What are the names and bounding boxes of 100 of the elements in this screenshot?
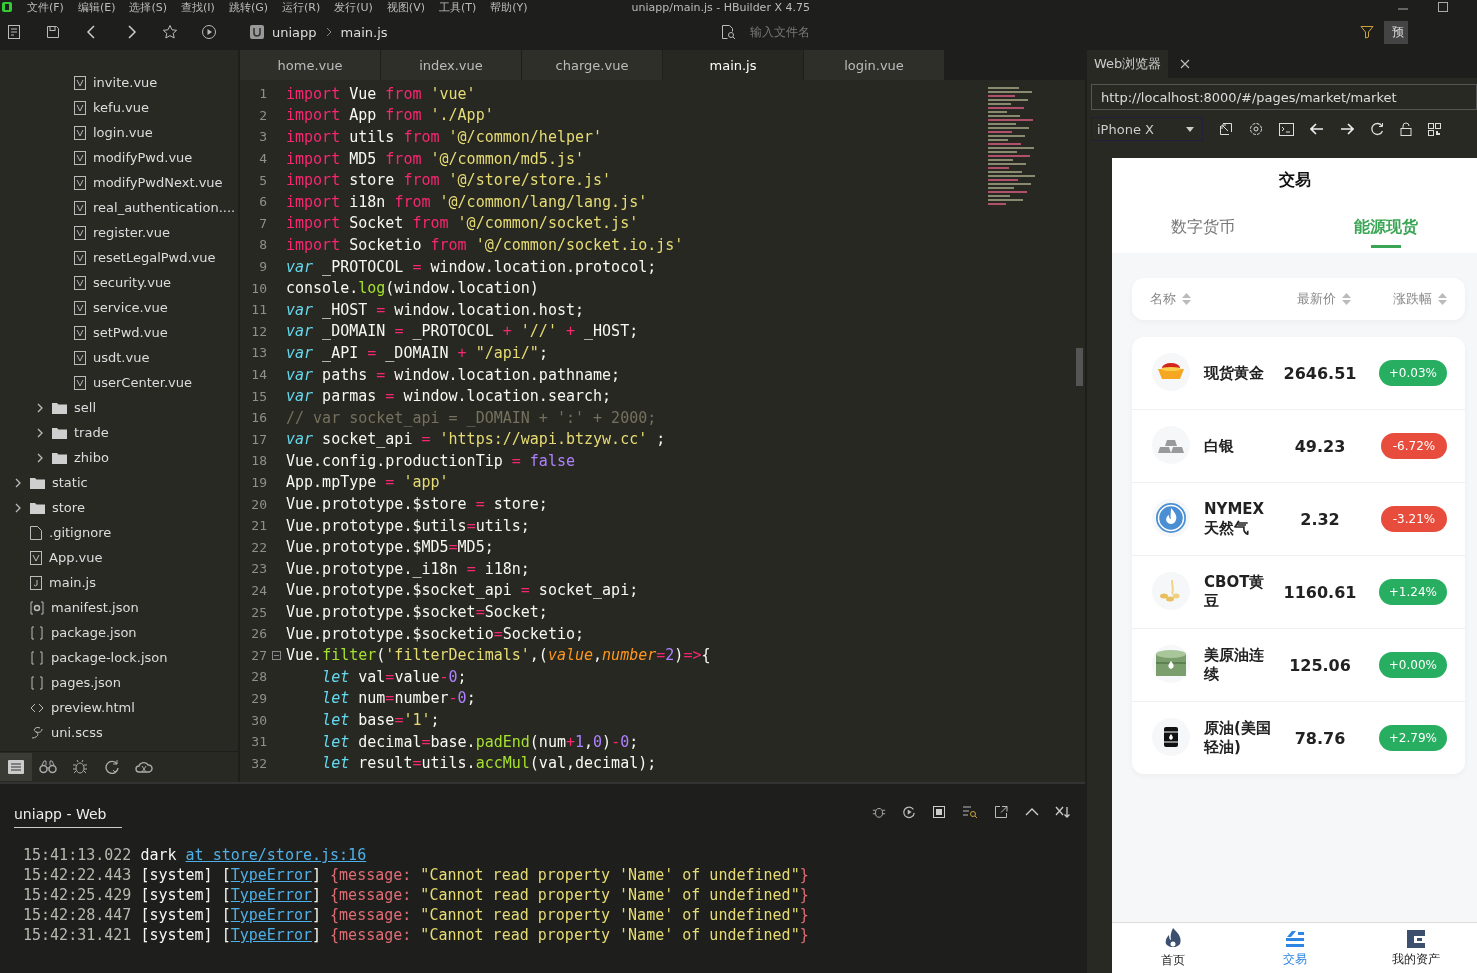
menu-item[interactable]: 查找(I) — [181, 0, 215, 15]
tree-item[interactable]: register.vue — [93, 225, 170, 240]
source-link[interactable]: TypeError — [230, 926, 312, 944]
tree-item[interactable]: security.vue — [93, 275, 172, 290]
scrollbar-thumb[interactable] — [1076, 348, 1083, 386]
expand-chevron-icon[interactable] — [36, 402, 44, 413]
clear-icon[interactable] — [1055, 805, 1071, 819]
breadcrumb-item[interactable]: main.js — [340, 24, 388, 40]
column-header[interactable]: 涨跌幅 — [1393, 290, 1432, 308]
console-tab[interactable]: uniapp - Web — [14, 806, 122, 828]
expand-chevron-icon[interactable] — [36, 452, 44, 463]
tree-item[interactable]: package.json — [51, 625, 137, 640]
tree-item[interactable]: kefu.vue — [93, 100, 149, 115]
vue-file-icon — [74, 150, 86, 165]
code-line: import utils from '@/common/helper' — [286, 128, 603, 146]
code-line: Vue.prototype.$socket=Socket; — [286, 603, 548, 622]
column-header[interactable]: 最新价 — [1297, 290, 1336, 308]
source-link[interactable]: at store/store.js:16 — [185, 846, 367, 864]
editor-tab[interactable]: home.vue — [240, 50, 380, 80]
line-number: 21 — [250, 518, 267, 534]
tree-item[interactable]: modifyPwdNext.vue — [93, 175, 223, 190]
tree-item[interactable]: trade — [74, 425, 109, 440]
menu-item[interactable]: 发行(U) — [334, 0, 373, 15]
browser-tab[interactable]: Web浏览器 — [1087, 50, 1168, 78]
tree-item[interactable]: modifyPwd.vue — [93, 150, 193, 165]
device-select[interactable]: iPhone X — [1091, 117, 1203, 141]
forward-arrow-icon[interactable] — [1340, 123, 1354, 135]
editor-tab[interactable]: login.vue — [804, 50, 944, 80]
url-field[interactable]: http://localhost:8000/#/pages/market/market — [1091, 84, 1477, 110]
menu-item[interactable]: 视图(V) — [386, 0, 425, 15]
settings-icon[interactable] — [1249, 122, 1263, 136]
play-icon[interactable] — [201, 24, 217, 40]
tree-item[interactable]: setPwd.vue — [93, 325, 168, 340]
star-icon[interactable] — [162, 24, 178, 40]
column-header[interactable]: 名称 — [1150, 290, 1176, 308]
breadcrumb-item[interactable]: uniapp — [272, 24, 317, 40]
tree-item[interactable]: App.vue — [49, 550, 103, 565]
filter-icon[interactable] — [1360, 25, 1374, 39]
maximize-icon[interactable] — [1437, 1, 1449, 13]
nav-tab[interactable]: 首页 — [1112, 923, 1234, 973]
editor-tab[interactable]: charge.vue — [522, 50, 662, 80]
menu-item[interactable]: 编辑(E) — [77, 0, 116, 15]
nav-tab[interactable]: 我的资产 — [1355, 923, 1477, 973]
expand-chevron-icon[interactable] — [36, 427, 44, 438]
tree-item[interactable]: sell — [74, 400, 96, 415]
tree-item[interactable]: zhibo — [74, 450, 109, 465]
tree-item[interactable]: manifest.json — [51, 600, 139, 615]
tree-item[interactable]: preview.html — [51, 700, 135, 715]
editor-tab[interactable]: index.vue — [381, 50, 521, 80]
source-link[interactable]: TypeError — [230, 886, 312, 904]
editor-tab[interactable]: main.js — [663, 50, 803, 80]
tree-item[interactable]: service.vue — [93, 300, 168, 315]
market-tab[interactable]: 数字货币 — [1112, 217, 1295, 248]
tree-item[interactable]: login.vue — [93, 125, 153, 140]
tree-item[interactable]: resetLegalPwd.vue — [93, 250, 216, 265]
menu-item[interactable]: 跳转(G) — [228, 0, 268, 15]
tree-item[interactable]: main.js — [49, 575, 96, 590]
chevron-up-icon[interactable] — [1025, 807, 1039, 817]
menu-item[interactable]: 文件(F) — [27, 0, 64, 15]
tree-item[interactable]: .gitignore — [49, 525, 112, 540]
vue-file-icon — [74, 300, 86, 315]
save-icon[interactable] — [45, 24, 61, 40]
stop-icon[interactable] — [932, 805, 946, 819]
bug-icon[interactable] — [872, 805, 886, 819]
expand-chevron-icon[interactable] — [14, 477, 22, 488]
expand-chevron-icon[interactable] — [14, 502, 22, 513]
tree-item[interactable]: package-lock.json — [51, 650, 168, 665]
menu-item[interactable]: 工具(T) — [438, 0, 477, 15]
tree-item[interactable]: pages.json — [51, 675, 121, 690]
new-file-icon[interactable] — [6, 24, 22, 40]
line-number: 28 — [250, 669, 267, 685]
preview-button[interactable]: 预 — [1384, 20, 1408, 44]
file-search-field[interactable]: 输入文件名 — [748, 24, 1152, 40]
reload-icon[interactable] — [1370, 122, 1384, 136]
lock-icon[interactable] — [1400, 122, 1412, 136]
fold-icon[interactable] — [272, 650, 281, 660]
back-arrow-icon[interactable] — [1310, 123, 1324, 135]
tree-item[interactable]: static — [52, 475, 88, 490]
menu-item[interactable]: 选择(S) — [129, 0, 168, 15]
menu-item[interactable]: 运行(R) — [282, 0, 321, 15]
files-tab[interactable] — [0, 753, 32, 781]
resize-icon[interactable] — [1219, 122, 1233, 136]
menu-item[interactable]: 帮助(Y) — [490, 0, 528, 15]
nav-tab[interactable]: 交易 — [1233, 923, 1356, 973]
tree-item[interactable]: real_authentication.... — [93, 200, 236, 215]
code-line: Vue.prototype.$utils=utils; — [286, 516, 530, 535]
source-link[interactable]: TypeError — [230, 906, 312, 924]
close-icon[interactable] — [1180, 59, 1190, 69]
code-icon — [30, 701, 44, 714]
tree-item[interactable]: store — [52, 500, 85, 515]
list-search-icon[interactable] — [962, 805, 978, 819]
tree-item[interactable]: invite.vue — [93, 75, 158, 90]
source-link[interactable]: TypeError — [230, 866, 312, 884]
export-icon[interactable] — [994, 805, 1009, 819]
terminal-icon[interactable] — [1279, 122, 1294, 136]
play-circle-icon[interactable] — [902, 805, 916, 819]
tree-item[interactable]: userCenter.vue — [93, 375, 192, 390]
tree-item[interactable]: uni.scss — [51, 725, 103, 740]
tree-item[interactable]: usdt.vue — [93, 350, 150, 365]
qr-code-icon[interactable] — [1428, 122, 1441, 136]
